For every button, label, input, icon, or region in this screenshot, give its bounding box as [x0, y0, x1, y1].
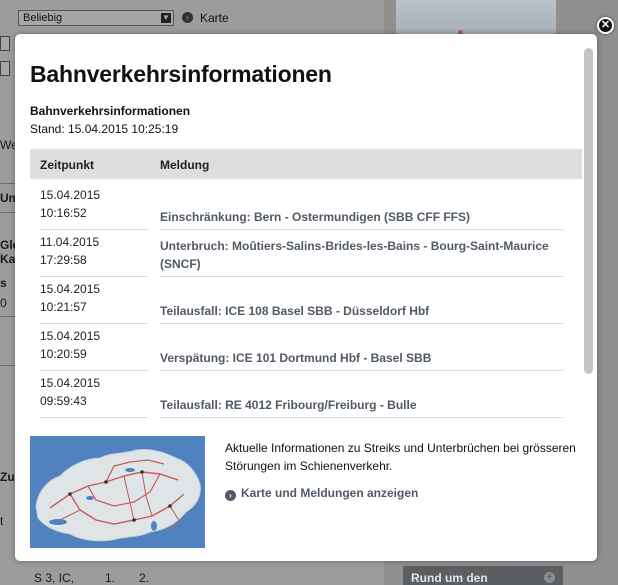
row-timestamp: 15.04.2015 09:59:43 [40, 374, 148, 418]
plus-icon: + [544, 572, 555, 583]
row-message: Teilausfall: RE 4012 Fribourg/Freiburg -… [160, 398, 417, 412]
background-karte-link[interactable]: Karte [200, 11, 229, 25]
table-header: Zeitpunkt Meldung [30, 149, 582, 179]
modal-scroll-area[interactable]: Bahnverkehrsinformationen Bahnverkehrsin… [15, 34, 597, 561]
row-time: 10:16:52 [40, 206, 87, 220]
row-time: 09:59:43 [40, 394, 87, 408]
table-row: 15.04.2015 10:21:57 Teilausfall: ICE 108… [30, 273, 582, 324]
background-select-value: Beliebig [23, 12, 63, 24]
row-timestamp: 11.04.2015 17:29:58 [40, 233, 148, 277]
row-message: Unterbruch: Moûtiers-Salins-Brides-les-B… [160, 239, 549, 271]
column-header-time: Zeitpunkt [40, 158, 94, 172]
modal-scrollbar[interactable] [584, 48, 593, 374]
background-divider [0, 212, 16, 213]
background-select[interactable]: Beliebig ▼ [18, 10, 174, 26]
chevron-circle-right-icon: › [225, 490, 236, 501]
background-fragment: 0 [0, 296, 7, 310]
row-message: Teilausfall: ICE 108 Basel SBB - Düsseld… [160, 304, 430, 318]
row-message-link[interactable]: Teilausfall: RE 4012 Fribourg/Freiburg -… [160, 374, 563, 418]
show-map-and-messages-link[interactable]: › Karte und Meldungen anzeigen [225, 486, 418, 501]
switzerland-map-image [30, 436, 205, 548]
modal-title: Bahnverkehrsinformationen [30, 61, 332, 87]
dropdown-arrow-icon: ▼ [161, 13, 171, 23]
row-timestamp: 15.04.2015 10:20:59 [40, 327, 148, 371]
table-row: 15.04.2015 10:16:52 Einschränkung: Bern … [30, 179, 582, 230]
background-fragment: s [0, 276, 7, 290]
close-icon[interactable]: ✕ [597, 17, 614, 34]
background-fragment: t [0, 514, 4, 528]
row-message: Einschränkung: Bern - Ostermundigen (SBB… [160, 210, 471, 224]
background-fragment: 1. [105, 571, 116, 585]
row-message-link[interactable]: Teilausfall: ICE 108 Basel SBB - Düsseld… [160, 280, 563, 324]
rail-network-map-thumbnail[interactable] [30, 436, 205, 548]
table-row: 15.04.2015 10:20:59 Verspätung: ICE 101 … [30, 320, 582, 371]
background-action-button[interactable]: Rund um den + [403, 566, 563, 585]
timestamp-stand: Stand: 15.04.2015 10:25:19 [30, 122, 179, 136]
traffic-info-modal: Bahnverkehrsinformationen Bahnverkehrsin… [15, 34, 597, 561]
row-message-link[interactable]: Verspätung: ICE 101 Dortmund Hbf - Basel… [160, 327, 563, 371]
table-row: 15.04.2015 09:59:43 Teilausfall: RE 4012… [30, 367, 582, 418]
row-date: 11.04.2015 [40, 235, 100, 249]
background-divider [0, 183, 16, 184]
row-date: 15.04.2015 [40, 376, 101, 390]
row-time: 10:20:59 [40, 347, 87, 361]
row-date: 15.04.2015 [40, 282, 101, 296]
column-header-message: Meldung [160, 158, 210, 172]
row-message: Verspätung: ICE 101 Dortmund Hbf - Basel… [160, 351, 432, 365]
background-photo [396, 0, 556, 38]
background-divider [0, 365, 16, 366]
row-message-link[interactable]: Einschränkung: Bern - Ostermundigen (SBB… [160, 186, 563, 230]
background-checkbox[interactable] [0, 61, 10, 76]
info-description: Aktuelle Informationen zu Streiks und Un… [225, 441, 576, 473]
row-date: 15.04.2015 [40, 188, 101, 202]
table-row: 11.04.2015 17:29:58 Unterbruch: Moûtiers… [30, 226, 582, 277]
background-fragment: S 3, IC, [34, 571, 75, 585]
background-divider [0, 316, 16, 317]
row-date: 15.04.2015 [40, 329, 101, 343]
background-fragment: 2. [139, 571, 150, 585]
row-message-link[interactable]: Unterbruch: Moûtiers-Salins-Brides-les-B… [160, 233, 563, 277]
messages-table: Zeitpunkt Meldung 15.04.2015 10:16:52 Ei… [30, 149, 582, 418]
row-timestamp: 15.04.2015 10:21:57 [40, 280, 148, 324]
background-action-label: Rund um den [411, 571, 488, 585]
row-timestamp: 15.04.2015 10:16:52 [40, 186, 148, 230]
background-checkbox[interactable] [0, 36, 10, 51]
row-time: 17:29:58 [40, 253, 87, 267]
modal-subtitle: Bahnverkehrsinformationen [30, 104, 191, 118]
background-karte-icon: › [182, 12, 193, 23]
info-link-label: Karte und Meldungen anzeigen [241, 486, 419, 500]
row-time: 10:21:57 [40, 300, 87, 314]
